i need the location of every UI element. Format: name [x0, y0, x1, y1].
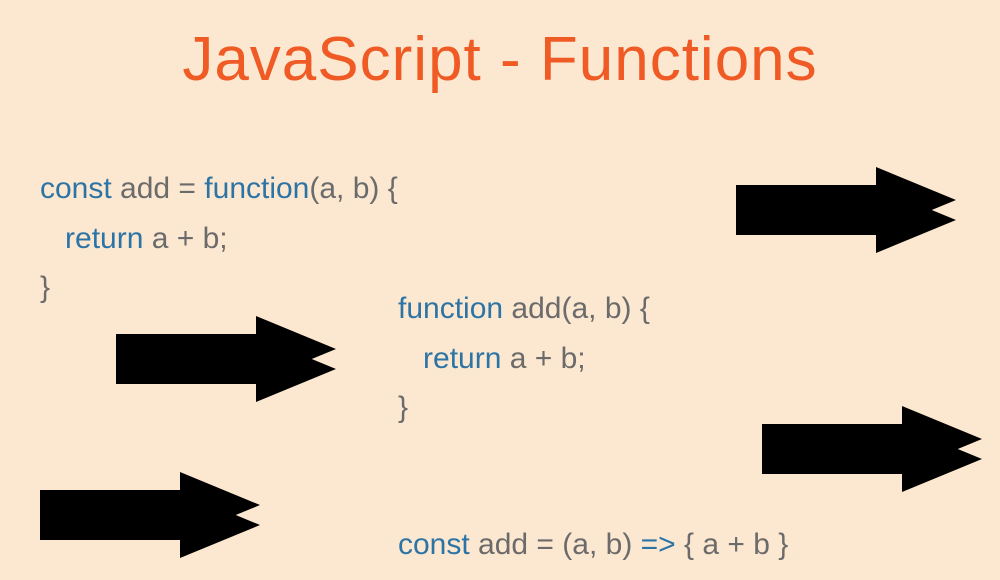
code-function-expression: const add = function(a, b) { return a + … — [40, 164, 398, 313]
arrow-icon-purple — [30, 460, 270, 555]
code-arrow-function: const add = (a, b) => { a + b } — [398, 520, 788, 570]
code-function-declaration: function add(a, b) { return a + b; } — [398, 284, 650, 433]
arrow-icon-brown — [726, 155, 966, 250]
arrow-icon-green — [752, 394, 992, 489]
arrow-icon-blue — [106, 304, 346, 399]
diagram-title: JavaScript - Functions — [0, 24, 1000, 95]
diagram-canvas: JavaScript - Functions const add = funct… — [0, 0, 1000, 580]
